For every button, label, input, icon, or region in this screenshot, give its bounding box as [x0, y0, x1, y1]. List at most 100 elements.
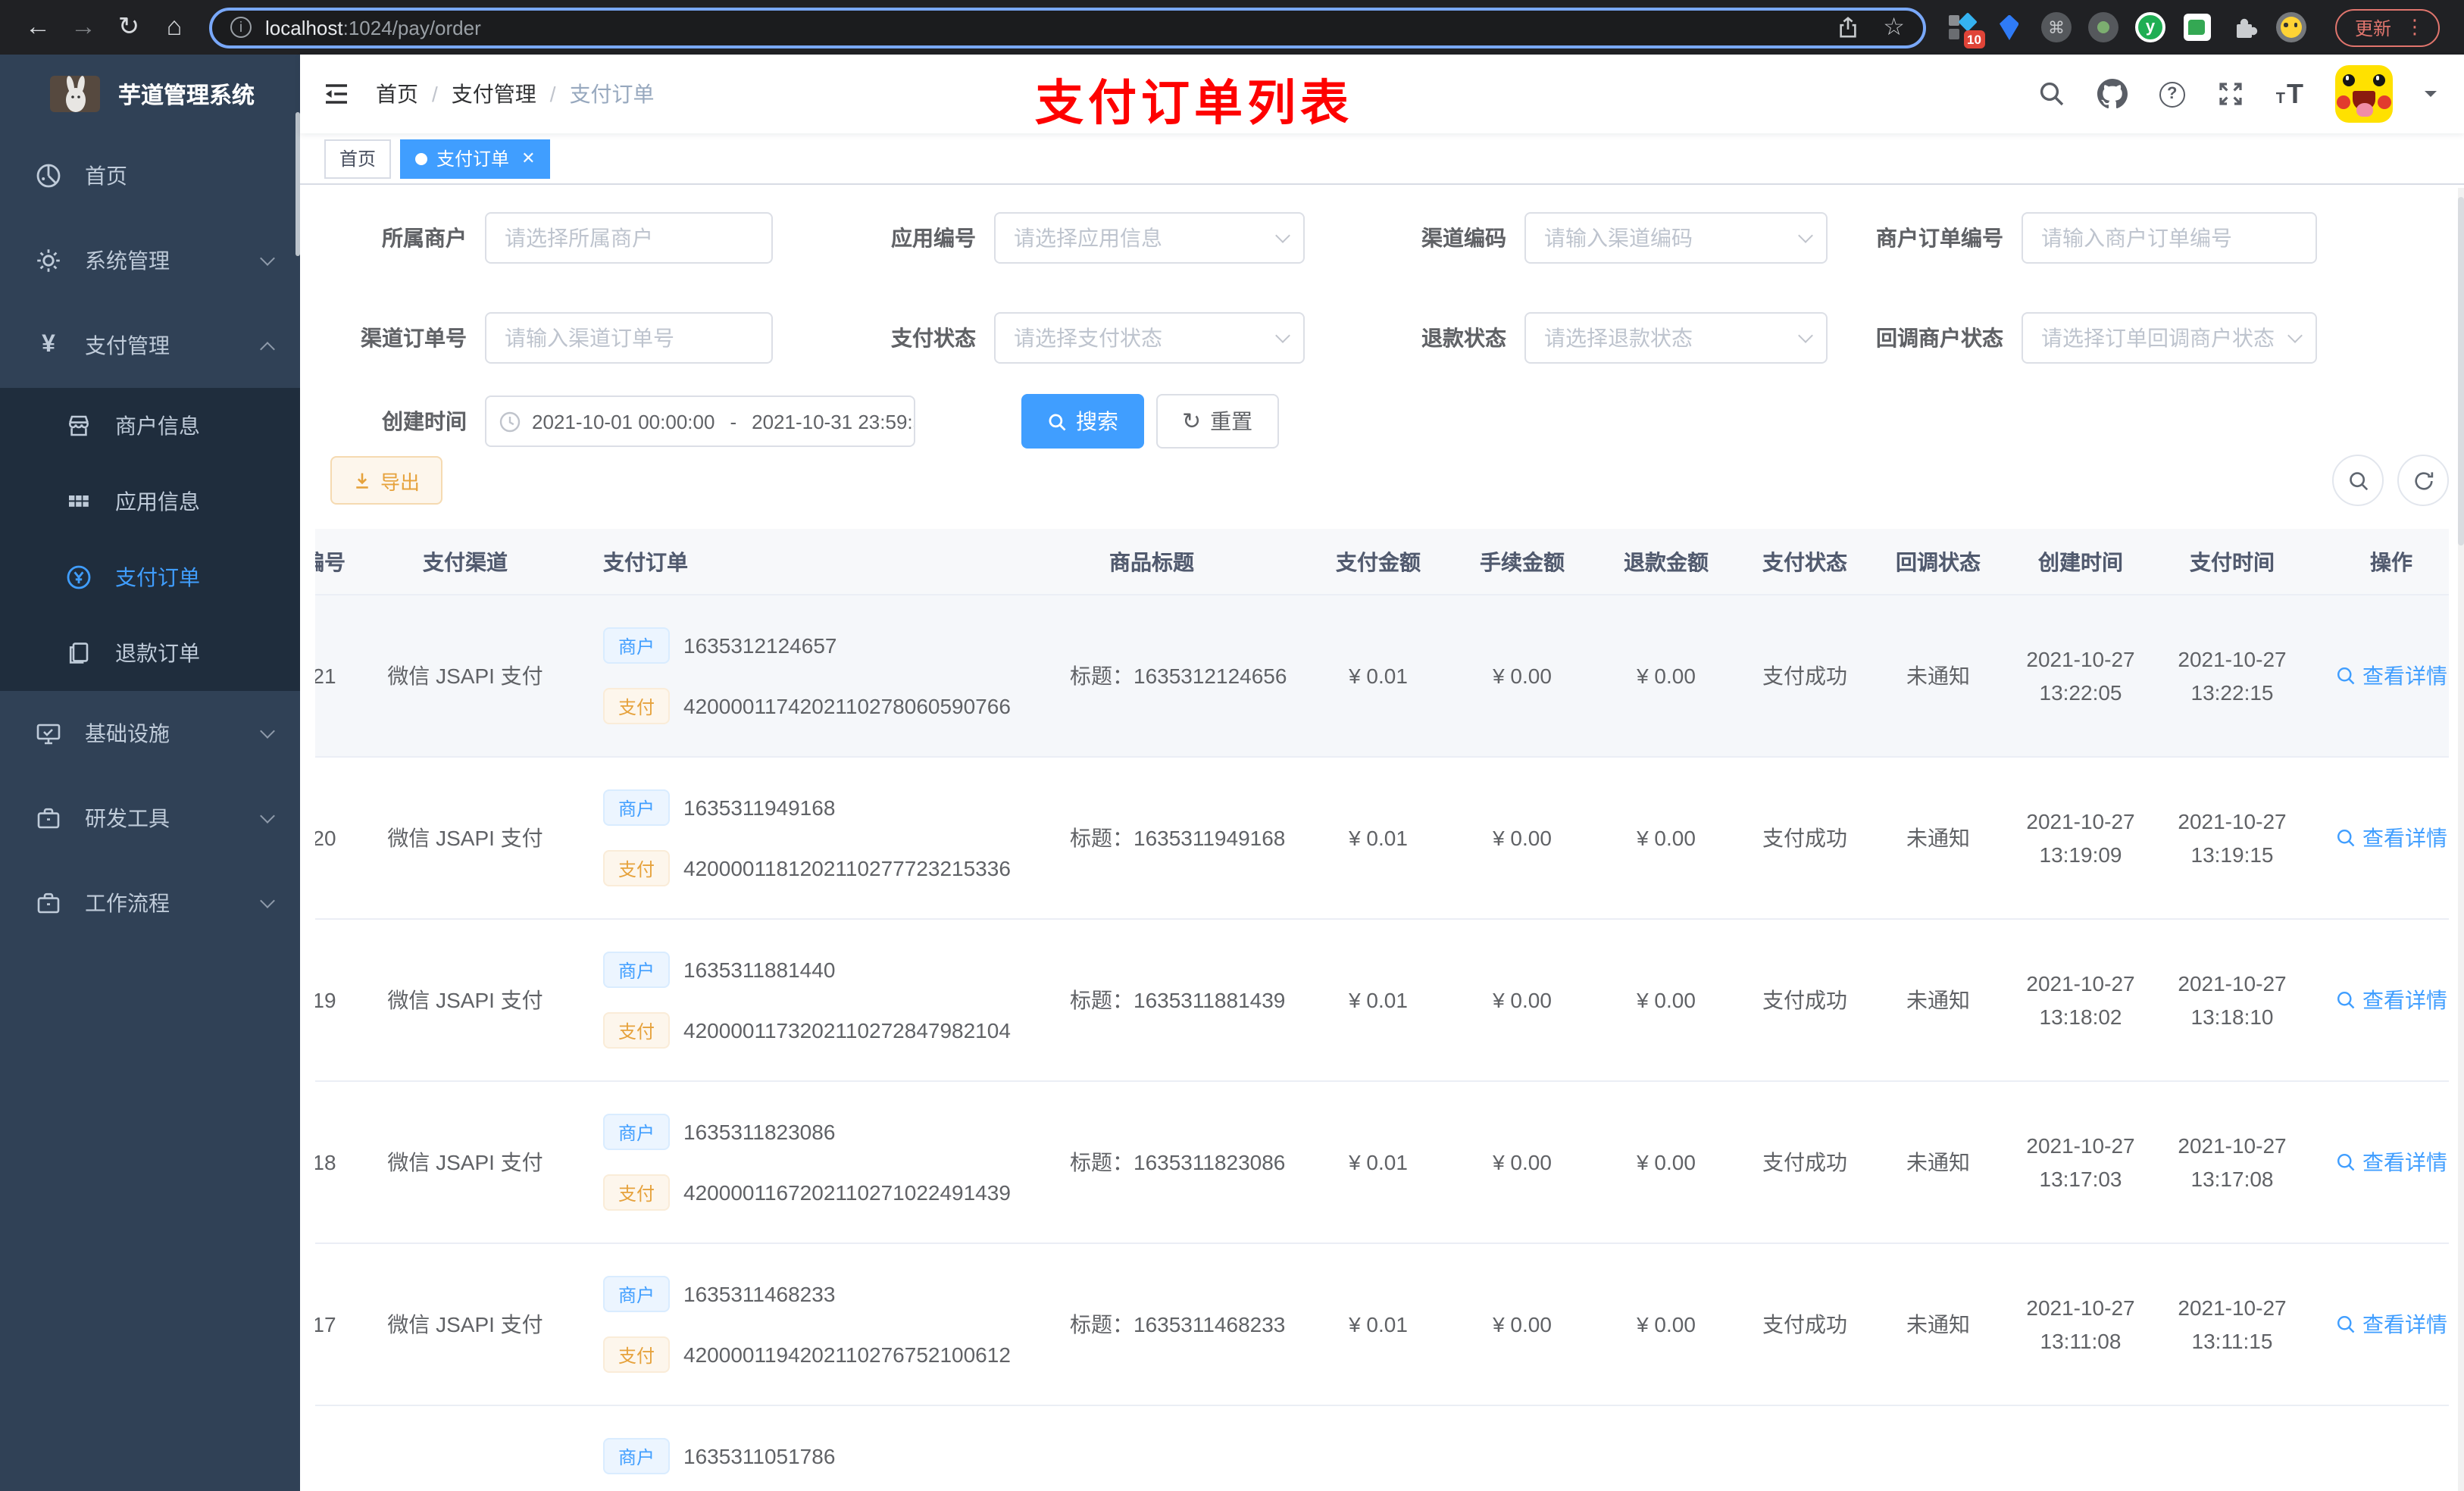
cell-channel: 微信 JSAPI 支付: [387, 1312, 543, 1336]
table-row[interactable]: 21 微信 JSAPI 支付 商户 1635312124657 支付 4200001…: [315, 595, 2449, 758]
green-y-extension-icon[interactable]: y: [2134, 12, 2165, 42]
chat-extension-icon[interactable]: [2182, 12, 2212, 42]
channel-order-no: 4200001181202110277723215336: [683, 856, 1011, 880]
tag-pay-order[interactable]: 支付订单 ✕: [400, 139, 551, 178]
font-size-icon[interactable]: TT: [2276, 80, 2303, 108]
cell-id: 17: [315, 1312, 336, 1336]
page-scrollbar[interactable]: [2458, 188, 2464, 1491]
address-bar[interactable]: i localhost:1024/pay/order ☆: [209, 7, 1926, 48]
table-row[interactable]: 17 微信 JSAPI 支付 商户 1635311468233 支付 4200001…: [315, 1244, 2449, 1406]
cell-amount: ¥ 0.01: [1349, 1312, 1408, 1336]
sidebar-item-system[interactable]: 系统管理: [0, 218, 300, 303]
search-icon[interactable]: [2038, 80, 2065, 108]
cell-order: 商户 1635311823086 支付 4200001167202110271022…: [564, 1114, 1064, 1211]
share-icon[interactable]: [1836, 15, 1859, 39]
extension-badge-icon[interactable]: 10: [1947, 12, 1985, 48]
table-row[interactable]: 商户1635311051786 支付: [315, 1406, 2449, 1491]
table-row[interactable]: 18 微信 JSAPI 支付 商户 1635311823086 支付 4200001…: [315, 1082, 2449, 1244]
pay-status-select[interactable]: 请选择支付状态: [994, 312, 1305, 364]
bookmark-star-icon[interactable]: ☆: [1883, 12, 1905, 42]
refresh-table-button[interactable]: [2397, 455, 2449, 506]
breadcrumb-payment[interactable]: 支付管理: [452, 79, 536, 109]
breadcrumb-home[interactable]: 首页: [376, 79, 418, 109]
kebab-menu-icon[interactable]: ⋮: [2405, 15, 2425, 39]
merchant-order-no: 1635311881440: [683, 958, 836, 982]
create-time-range-picker[interactable]: 2021-10-01 00:00:00 - 2021-10-31 23:59:5…: [485, 395, 915, 447]
view-detail-link[interactable]: 查看详情: [2335, 1147, 2447, 1177]
merchant-input[interactable]: [485, 212, 773, 264]
view-detail-link[interactable]: 查看详情: [2335, 985, 2447, 1015]
emoji-extension-icon[interactable]: [2275, 12, 2306, 42]
search-button[interactable]: 搜索: [1021, 394, 1144, 449]
sidebar-item-app-info[interactable]: 应用信息: [0, 464, 300, 539]
browser-update-button[interactable]: 更新 ⋮: [2334, 8, 2440, 46]
select-placeholder: 请选择支付状态: [1014, 326, 1162, 350]
col-header-notify: 回调状态: [1896, 549, 1981, 574]
toggle-search-button[interactable]: [2332, 455, 2384, 506]
site-info-icon[interactable]: i: [230, 17, 252, 38]
sidebar-item-devtools[interactable]: 研发工具: [0, 776, 300, 861]
cell-channel: 微信 JSAPI 支付: [387, 826, 543, 850]
recorder-extension-icon[interactable]: [2087, 12, 2118, 42]
puzzle-extensions-icon[interactable]: [2229, 12, 2259, 42]
search-icon: [2337, 667, 2355, 685]
channel-order-no-input[interactable]: [485, 312, 773, 364]
cell-refund: ¥ 0.00: [1637, 664, 1696, 688]
dashboard-icon: [30, 162, 67, 189]
browser-forward-button[interactable]: →: [61, 3, 106, 52]
fullscreen-icon[interactable]: [2217, 80, 2244, 108]
view-detail-link[interactable]: 查看详情: [2335, 661, 2447, 691]
sidebar-item-home[interactable]: 首页: [0, 133, 300, 218]
cell-notify: 未通知: [1906, 1150, 1970, 1174]
search-icon: [2337, 991, 2355, 1009]
cell-notify: 未通知: [1906, 826, 1970, 850]
github-icon[interactable]: [2097, 79, 2128, 109]
briefcase-icon: [30, 805, 67, 832]
sidebar-item-label: 退款订单: [115, 641, 200, 665]
channel-order-no: 4200001194202110276752100612: [683, 1343, 1011, 1367]
cell-refund: ¥ 0.00: [1637, 1150, 1696, 1174]
table-row[interactable]: 20 微信 JSAPI 支付 商户 1635311949168 支付 4200001…: [315, 758, 2449, 920]
cell-channel: 微信 JSAPI 支付: [387, 664, 543, 688]
extension-badge-count: 10: [1963, 30, 1985, 48]
export-button[interactable]: 导出: [330, 456, 443, 505]
logo-rabbit-image: [50, 76, 100, 112]
table-header: 编号 支付渠道 支付订单 商品标题 支付金额 手续金额 退款金额 支付状态 回调…: [315, 529, 2449, 595]
notify-status-select[interactable]: 请选择订单回调商户状态: [2022, 312, 2317, 364]
avatar[interactable]: [2335, 65, 2393, 123]
sidebar-item-payment[interactable]: ¥ 支付管理: [0, 303, 300, 388]
avatar-caret-icon[interactable]: [2425, 91, 2437, 103]
channel-code-select[interactable]: 请输入渠道编码: [1524, 212, 1828, 264]
gear-icon: [30, 247, 67, 274]
table-row[interactable]: 19 微信 JSAPI 支付 商户 1635311881440 支付 4200001…: [315, 920, 2449, 1082]
kite-extension-icon[interactable]: [1994, 12, 2025, 42]
sidebar-item-workflow[interactable]: 工作流程: [0, 861, 300, 946]
chevron-up-icon: [260, 341, 275, 356]
view-detail-link[interactable]: 查看详情: [2335, 823, 2447, 853]
page-content: 所属商户 应用编号 请选择应用信息 渠道编码 请输入渠道编码: [300, 185, 2464, 1491]
refund-status-select[interactable]: 请选择退款状态: [1524, 312, 1828, 364]
view-detail-link[interactable]: 查看详情: [2335, 1309, 2447, 1339]
browser-back-button[interactable]: ←: [15, 3, 61, 52]
cell-amount: ¥ 0.01: [1349, 1150, 1408, 1174]
pay-tag: 支付: [603, 688, 671, 724]
reset-button[interactable]: ↻ 重置: [1156, 394, 1279, 449]
command-extension-icon[interactable]: ⌘: [2040, 12, 2072, 42]
help-icon[interactable]: ?: [2159, 81, 2185, 107]
select-placeholder: 请输入渠道编码: [1544, 226, 1693, 250]
sidebar-item-merchant-info[interactable]: 商户信息: [0, 388, 300, 464]
chevron-down-icon: [1275, 227, 1290, 242]
app-select[interactable]: 请选择应用信息: [994, 212, 1305, 264]
export-button-label: 导出: [380, 470, 421, 493]
browser-home-button[interactable]: ⌂: [152, 3, 197, 52]
sidebar-item-pay-order[interactable]: 支付订单: [0, 539, 300, 615]
tag-home[interactable]: 首页: [324, 139, 392, 178]
sidebar-collapse-icon[interactable]: [321, 79, 352, 109]
sidebar-item-infra[interactable]: 基础设施: [0, 691, 300, 776]
close-icon[interactable]: ✕: [521, 148, 535, 168]
col-header-created: 创建时间: [2038, 549, 2123, 574]
browser-reload-button[interactable]: ↻: [106, 3, 152, 52]
merchant-order-no-input[interactable]: [2022, 212, 2317, 264]
tag-label: 支付订单: [436, 148, 510, 170]
sidebar-item-refund-order[interactable]: 退款订单: [0, 615, 300, 691]
